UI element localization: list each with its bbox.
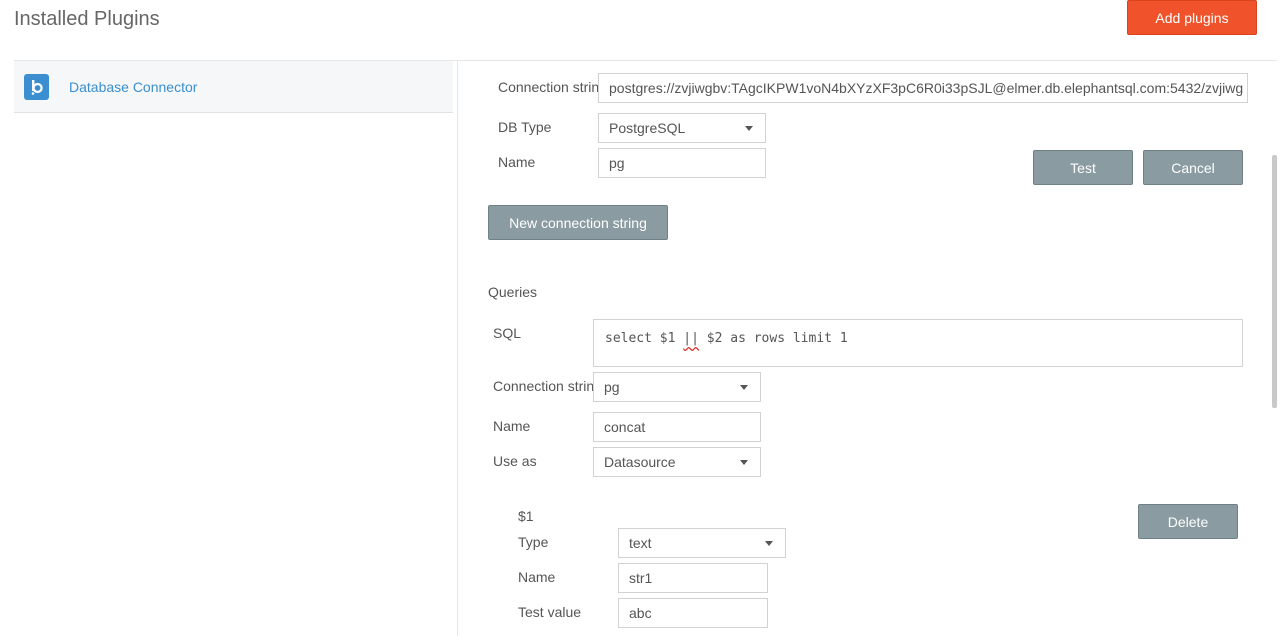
connection-name-label: Name bbox=[498, 154, 536, 170]
parameter-test-value-label: Test value bbox=[518, 604, 582, 620]
connection-name-input[interactable]: pg bbox=[598, 148, 766, 178]
sidebar-item-database-connector[interactable]: Database Connector bbox=[14, 61, 453, 113]
parameter-type-value: text bbox=[629, 535, 652, 551]
parameter-test-value-input[interactable]: abc bbox=[618, 598, 768, 628]
db-type-select[interactable]: PostgreSQL bbox=[598, 113, 766, 143]
query-connection-string-label: Connection string bbox=[493, 378, 602, 394]
chevron-down-icon bbox=[745, 126, 753, 131]
chevron-down-icon bbox=[765, 541, 773, 546]
parameter-type-select[interactable]: text bbox=[618, 528, 786, 558]
query-connection-select[interactable]: pg bbox=[593, 372, 761, 402]
new-connection-string-button[interactable]: New connection string bbox=[488, 205, 668, 240]
vertical-scrollbar[interactable] bbox=[1272, 155, 1277, 408]
use-as-value: Datasource bbox=[604, 454, 676, 470]
connection-string-input[interactable]: postgres://zvjiwgbv:TAgcIKPW1voN4bXYzXF3… bbox=[598, 73, 1248, 103]
sql-text-end: $2 as rows limit 1 bbox=[698, 331, 848, 346]
parameter-type-label: Type bbox=[518, 534, 549, 550]
query-name-label: Name bbox=[493, 418, 531, 434]
chevron-down-icon bbox=[740, 385, 748, 390]
sql-label: SQL bbox=[493, 325, 522, 341]
cancel-button[interactable]: Cancel bbox=[1143, 150, 1243, 185]
db-type-label: DB Type bbox=[498, 119, 552, 135]
page-title: Installed Plugins bbox=[14, 8, 160, 30]
use-as-select[interactable]: Datasource bbox=[593, 447, 761, 477]
sql-editor[interactable]: select $1 || $2 as rows limit 1 bbox=[593, 319, 1243, 367]
use-as-label: Use as bbox=[493, 453, 537, 469]
parameter-name-label: Name bbox=[518, 569, 556, 585]
test-button[interactable]: Test bbox=[1033, 150, 1133, 185]
sql-spellcheck-flag: || bbox=[683, 331, 699, 346]
panel-divider bbox=[457, 61, 458, 636]
query-name-input[interactable]: concat bbox=[593, 412, 761, 442]
add-plugins-button[interactable]: Add plugins bbox=[1127, 0, 1257, 35]
delete-parameter-button[interactable]: Delete bbox=[1138, 504, 1238, 539]
connection-string-label: Connection string bbox=[498, 79, 607, 95]
queries-heading: Queries bbox=[488, 284, 538, 300]
database-connector-logo-icon bbox=[24, 73, 49, 100]
sql-text-start: select $1 bbox=[605, 331, 684, 346]
parameter-title: $1 bbox=[518, 508, 534, 524]
query-connection-value: pg bbox=[604, 379, 620, 395]
chevron-down-icon bbox=[740, 460, 748, 465]
sidebar-item-label: Database Connector bbox=[69, 78, 198, 95]
db-type-value: PostgreSQL bbox=[609, 120, 686, 136]
parameter-name-input[interactable]: str1 bbox=[618, 563, 768, 593]
